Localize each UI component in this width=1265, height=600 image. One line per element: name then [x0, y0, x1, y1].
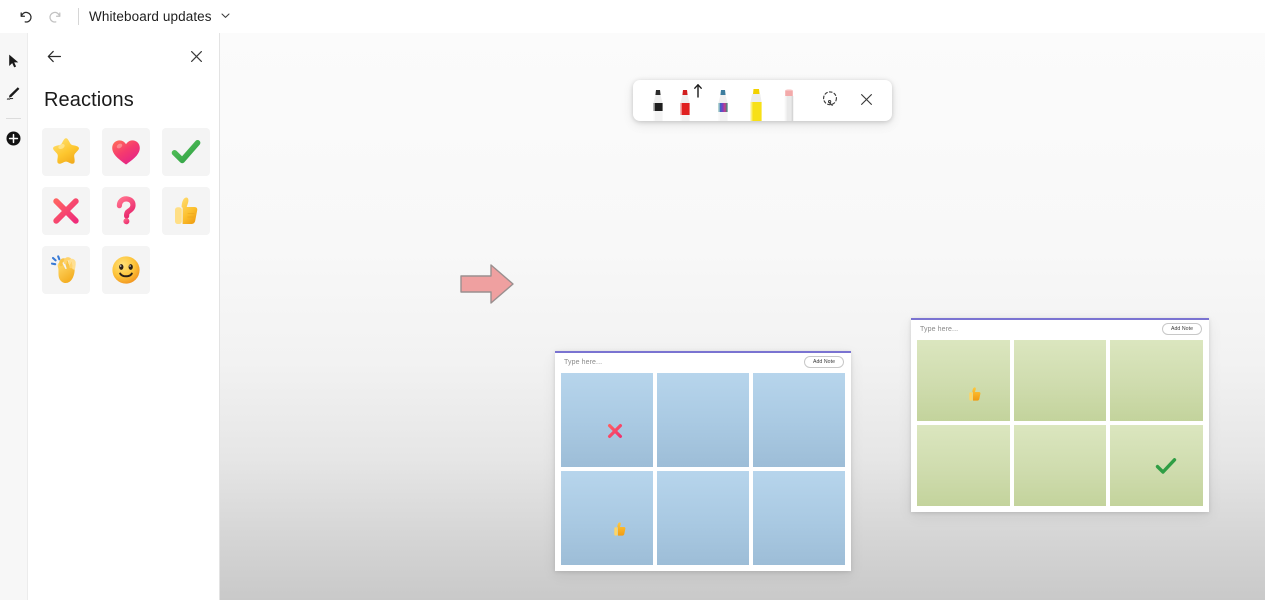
ink-toolbar: [633, 80, 892, 121]
create-tool-button[interactable]: [1, 127, 26, 152]
reaction-question-button[interactable]: [102, 187, 150, 235]
note-3[interactable]: [1110, 340, 1203, 421]
note-1[interactable]: [917, 340, 1010, 421]
whiteboard-app: Whiteboard updates Type here... Add Note: [0, 0, 1265, 600]
select-tool-button[interactable]: [1, 50, 26, 75]
board-header: Type here... Add Note: [555, 351, 851, 373]
lasso-select-icon: [820, 89, 840, 112]
panel-title: Reactions: [44, 89, 134, 111]
arrow-left-icon: [45, 47, 64, 69]
smiley-emoji: [109, 253, 143, 287]
board-title-input[interactable]: Type here...: [920, 326, 958, 333]
board-blue[interactable]: Type here... Add Note: [555, 351, 851, 571]
pen-black-icon: [645, 80, 671, 121]
board-header: Type here... Add Note: [911, 318, 1209, 340]
eraser-icon: [776, 80, 802, 121]
document-title-menu-button[interactable]: [220, 8, 231, 26]
top-bar: Whiteboard updates: [0, 0, 1265, 33]
add-note-button[interactable]: Add Note: [803, 356, 844, 368]
note-4[interactable]: [917, 425, 1010, 506]
pen-black-button[interactable]: [642, 80, 675, 121]
redo-icon: [47, 8, 64, 25]
reaction-clap-button[interactable]: [42, 246, 90, 294]
toolbar-divider: [78, 8, 79, 25]
thumbs-up-emoji: [611, 520, 629, 538]
eraser-button[interactable]: [772, 80, 805, 121]
cross-emoji: [605, 421, 625, 441]
highlighter-yellow-button[interactable]: [740, 80, 773, 121]
reaction-cross-button[interactable]: [42, 187, 90, 235]
thumbs-up-emoji: [966, 385, 984, 403]
close-icon: [188, 48, 205, 68]
star-emoji: [48, 134, 84, 170]
note-2[interactable]: [657, 373, 749, 467]
panel-back-button[interactable]: [42, 46, 66, 70]
lasso-select-button[interactable]: [814, 80, 847, 121]
document-title[interactable]: Whiteboard updates: [89, 9, 212, 24]
reaction-smile-button[interactable]: [102, 246, 150, 294]
highlighter-icon: [742, 80, 770, 121]
pen-rainbow-icon: [710, 80, 736, 121]
clapping-emoji: [49, 253, 83, 287]
note-4[interactable]: [561, 471, 653, 565]
plus-circle-icon: [5, 130, 22, 150]
note-1[interactable]: [561, 373, 653, 467]
tool-rail: [0, 33, 28, 600]
notes-grid: [911, 340, 1209, 512]
reaction-check-button[interactable]: [162, 128, 210, 176]
heart-emoji: [109, 135, 143, 169]
pen-red-button[interactable]: [675, 80, 708, 121]
reactions-grid: [42, 128, 219, 294]
panel-header: [28, 33, 219, 79]
note-6[interactable]: [753, 471, 845, 565]
pen-rainbow-button[interactable]: [707, 80, 740, 121]
note-6[interactable]: [1110, 425, 1203, 506]
reaction-star-button[interactable]: [42, 128, 90, 176]
note-2[interactable]: [1013, 340, 1107, 421]
check-emoji: [1153, 453, 1179, 479]
question-emoji: [109, 194, 143, 228]
undo-icon: [17, 8, 34, 25]
note-3[interactable]: [753, 373, 845, 467]
redo-button[interactable]: [40, 4, 70, 30]
add-note-button[interactable]: Add Note: [1161, 323, 1202, 335]
panel-close-button[interactable]: [184, 46, 208, 70]
cross-emoji: [49, 194, 83, 228]
notes-grid: [555, 373, 851, 571]
ink-tool-button[interactable]: [1, 82, 26, 107]
reactions-panel: Reactions: [28, 33, 220, 600]
undo-button[interactable]: [10, 4, 40, 30]
note-5[interactable]: [657, 471, 749, 565]
rail-divider: [6, 118, 21, 119]
check-emoji: [169, 135, 203, 169]
close-icon: [858, 91, 875, 111]
board-title-input[interactable]: Type here...: [564, 359, 602, 366]
close-ink-toolbar-button[interactable]: [850, 80, 883, 121]
reaction-heart-button[interactable]: [102, 128, 150, 176]
pen-red-icon: [675, 80, 708, 121]
arrow-annotation[interactable]: [458, 259, 516, 309]
reaction-thumbsup-button[interactable]: [162, 187, 210, 235]
board-green[interactable]: Type here... Add Note: [911, 318, 1209, 512]
pen-icon: [5, 85, 22, 105]
chevron-down-icon: [220, 8, 231, 26]
thumbs-up-emoji: [169, 194, 203, 228]
cursor-arrow-icon: [6, 53, 22, 72]
note-5[interactable]: [1013, 425, 1107, 506]
